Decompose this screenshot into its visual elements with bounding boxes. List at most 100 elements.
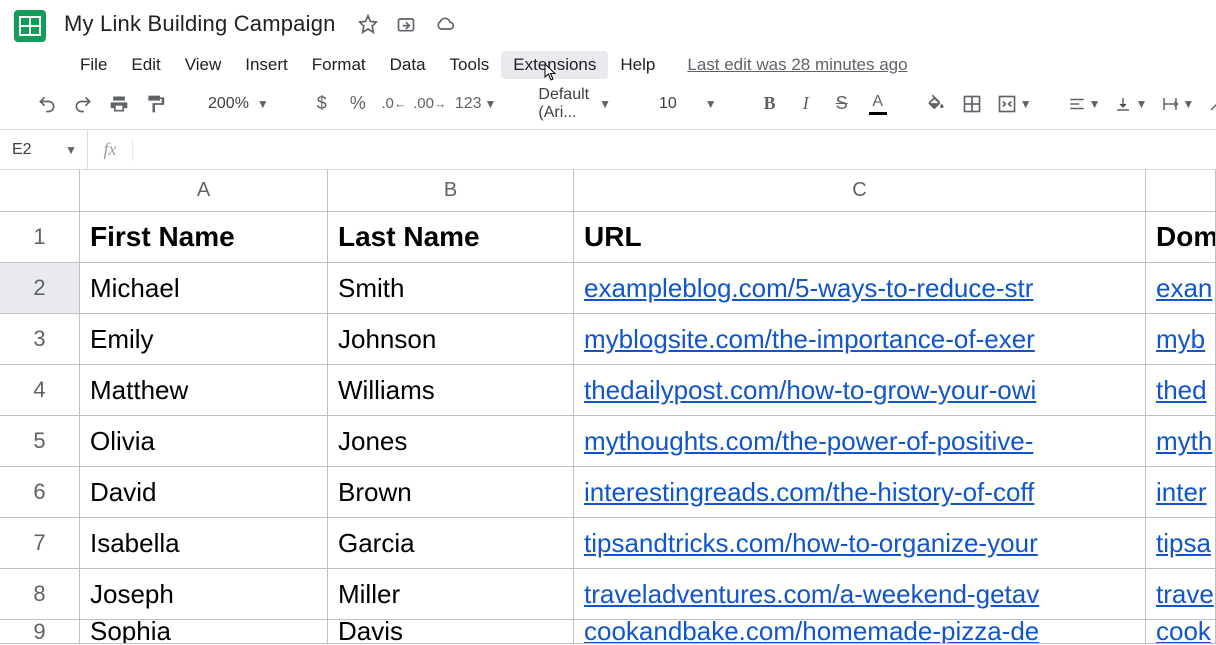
cell[interactable]: Davis	[328, 620, 574, 644]
cell-link[interactable]: tipsandtricks.com/how-to-organize-your	[574, 518, 1146, 569]
undo-icon[interactable]	[36, 91, 58, 117]
cell-link[interactable]: tipsa	[1146, 518, 1216, 569]
sheets-logo-icon[interactable]	[8, 4, 52, 48]
redo-icon[interactable]	[72, 91, 94, 117]
cloud-icon[interactable]	[434, 14, 456, 34]
cell-link[interactable]: myth	[1146, 416, 1216, 467]
cell[interactable]: Emily	[80, 314, 328, 365]
paint-format-icon[interactable]	[144, 91, 166, 117]
col-header-b[interactable]: B	[328, 170, 574, 212]
row-header[interactable]: 9	[0, 620, 80, 644]
cell-link[interactable]: trave	[1146, 569, 1216, 620]
menu-view[interactable]: View	[173, 51, 234, 79]
menu-data[interactable]: Data	[378, 51, 438, 79]
currency-icon[interactable]: $	[311, 91, 333, 117]
cell[interactable]: David	[80, 467, 328, 518]
cell-link[interactable]: cook	[1146, 620, 1216, 644]
cell-link[interactable]: myblogsite.com/the-importance-of-exer	[574, 314, 1146, 365]
bold-icon[interactable]: B	[759, 91, 781, 117]
cell-link[interactable]: exampleblog.com/5-ways-to-reduce-str	[574, 263, 1146, 314]
caret-icon: ▼	[485, 97, 497, 111]
rotate-dropdown[interactable]: ▼	[1208, 95, 1216, 113]
caret-icon: ▼	[1182, 97, 1194, 111]
cell[interactable]: Brown	[328, 467, 574, 518]
star-icon[interactable]	[358, 14, 378, 34]
fill-color-icon[interactable]	[925, 91, 947, 117]
font-size-dropdown[interactable]: 10▼	[653, 95, 723, 113]
number-format-dropdown[interactable]: 123▼	[455, 95, 497, 113]
menu-file[interactable]: File	[68, 51, 119, 79]
caret-icon: ▼	[599, 97, 611, 111]
row-header[interactable]: 1	[0, 212, 80, 263]
borders-icon[interactable]	[961, 91, 983, 117]
menu-format[interactable]: Format	[300, 51, 378, 79]
merge-cells-dropdown[interactable]: ▼	[997, 94, 1032, 114]
cell[interactable]: Joseph	[80, 569, 328, 620]
menu-insert[interactable]: Insert	[233, 51, 300, 79]
cell[interactable]: Miller	[328, 569, 574, 620]
formula-bar-row: E2▼ fx	[0, 130, 1216, 170]
cell[interactable]: Isabella	[80, 518, 328, 569]
cell-link[interactable]: thedailypost.com/how-to-grow-your-owi	[574, 365, 1146, 416]
cell[interactable]: Garcia	[328, 518, 574, 569]
caret-icon: ▼	[1020, 97, 1032, 111]
menu-edit[interactable]: Edit	[119, 51, 172, 79]
caret-icon: ▼	[65, 143, 77, 157]
cell-link[interactable]: exan	[1146, 263, 1216, 314]
menu-help[interactable]: Help	[608, 51, 667, 79]
last-edit-link[interactable]: Last edit was 28 minutes ago	[687, 55, 907, 75]
cell[interactable]: Williams	[328, 365, 574, 416]
name-box[interactable]: E2 ▼	[0, 130, 88, 169]
spreadsheet-grid[interactable]: A B C 1 First Name Last Name URL Dom 2 M…	[0, 170, 1216, 644]
valign-dropdown[interactable]: ▼	[1114, 95, 1147, 113]
select-all-corner[interactable]	[0, 170, 80, 212]
italic-icon[interactable]: I	[795, 91, 817, 117]
row-header[interactable]: 2	[0, 263, 80, 314]
cell[interactable]: Dom	[1146, 212, 1216, 263]
text-color-icon[interactable]: A	[867, 91, 889, 117]
move-icon[interactable]	[396, 14, 416, 34]
cell[interactable]: Michael	[80, 263, 328, 314]
zoom-dropdown[interactable]: 200%▼	[202, 95, 275, 113]
print-icon[interactable]	[108, 91, 130, 117]
document-title[interactable]: My Link Building Campaign	[64, 11, 336, 37]
row-header[interactable]: 8	[0, 569, 80, 620]
cell[interactable]: Jones	[328, 416, 574, 467]
strikethrough-icon[interactable]: S	[831, 91, 853, 117]
formula-input[interactable]	[132, 138, 1216, 161]
menu-extensions[interactable]: Extensions	[501, 51, 608, 79]
row-header[interactable]: 6	[0, 467, 80, 518]
percent-icon[interactable]: %	[347, 91, 369, 117]
font-dropdown[interactable]: Default (Ari...▼	[532, 86, 617, 122]
cell[interactable]: Matthew	[80, 365, 328, 416]
cell-link[interactable]: interestingreads.com/the-history-of-coff	[574, 467, 1146, 518]
cell-link[interactable]: inter	[1146, 467, 1216, 518]
col-header-d[interactable]	[1146, 170, 1216, 212]
cell[interactable]: Last Name	[328, 212, 574, 263]
cell[interactable]: First Name	[80, 212, 328, 263]
cell[interactable]: Smith	[328, 263, 574, 314]
cell-link[interactable]: mythoughts.com/the-power-of-positive-	[574, 416, 1146, 467]
col-header-c[interactable]: C	[574, 170, 1146, 212]
increase-decimal-icon[interactable]: .00→	[419, 91, 441, 117]
row-header[interactable]: 4	[0, 365, 80, 416]
col-header-a[interactable]: A	[80, 170, 328, 212]
menu-tools[interactable]: Tools	[438, 51, 502, 79]
number-format-label: 123	[455, 95, 482, 113]
cell[interactable]: Johnson	[328, 314, 574, 365]
menu-extensions-label: Extensions	[513, 55, 596, 74]
cell[interactable]: Sophia	[80, 620, 328, 644]
name-box-value: E2	[12, 141, 32, 159]
row-header[interactable]: 3	[0, 314, 80, 365]
cell-link[interactable]: cookandbake.com/homemade-pizza-de	[574, 620, 1146, 644]
row-header[interactable]: 7	[0, 518, 80, 569]
cell-link[interactable]: thed	[1146, 365, 1216, 416]
wrap-dropdown[interactable]: ▼	[1161, 95, 1194, 113]
cell[interactable]: URL	[574, 212, 1146, 263]
row-header[interactable]: 5	[0, 416, 80, 467]
cell[interactable]: Olivia	[80, 416, 328, 467]
halign-dropdown[interactable]: ▼	[1068, 95, 1101, 113]
cell-link[interactable]: myb	[1146, 314, 1216, 365]
cell-link[interactable]: traveladventures.com/a-weekend-getav	[574, 569, 1146, 620]
decrease-decimal-icon[interactable]: .0←	[383, 91, 405, 117]
